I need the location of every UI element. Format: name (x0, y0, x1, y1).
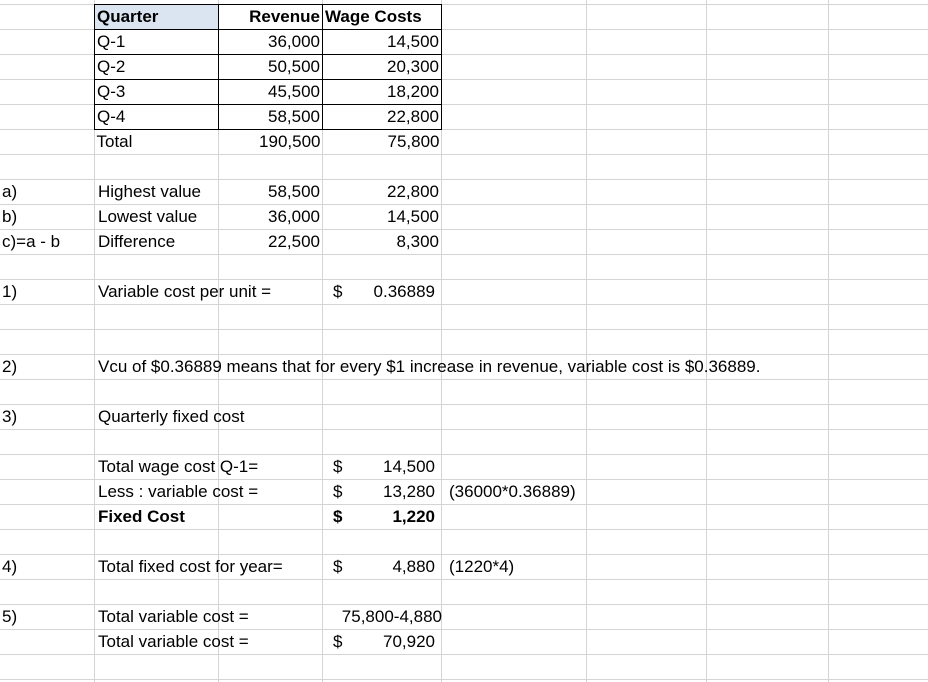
header-wage-costs[interactable]: Wage Costs (322, 4, 442, 30)
header-revenue[interactable]: Revenue (218, 4, 323, 30)
ref-1[interactable]: 1) (2, 279, 17, 304)
cell-wage[interactable]: 18,200 (322, 79, 442, 105)
table-row: Q-2 50,500 20,300 (94, 54, 442, 80)
ref-3[interactable]: 3) (2, 404, 17, 429)
total-variable-cost-label[interactable]: Total variable cost = (98, 629, 249, 654)
total-wage-cost-label[interactable]: Total wage cost Q-1= (98, 454, 258, 479)
less-variable-cost-value[interactable]: 13,280 (340, 479, 435, 504)
cell-wage[interactable]: 22,800 (322, 104, 442, 130)
total-wage-cost-value[interactable]: 14,500 (340, 454, 435, 479)
lowest-wage[interactable]: 14,500 (322, 204, 439, 229)
less-variable-cost-label[interactable]: Less : variable cost = (98, 479, 258, 504)
table-total-row: Total 190,500 75,800 (95, 130, 442, 155)
total-fixed-cost-year-value[interactable]: 4,880 (340, 554, 435, 579)
cell-revenue[interactable]: 36,000 (218, 29, 323, 55)
fixed-cost-value[interactable]: 1,220 (340, 504, 435, 529)
fixed-cost-formula-note[interactable]: (1220*4) (449, 554, 514, 579)
ref-c[interactable]: c)=a - b (2, 229, 60, 254)
total-variable-cost-label[interactable]: Total variable cost = (98, 604, 249, 629)
difference-wage[interactable]: 8,300 (322, 229, 439, 254)
cell-wage[interactable]: 14,500 (322, 29, 442, 55)
lowest-value-label[interactable]: Lowest value (98, 204, 197, 229)
cell-revenue[interactable]: 50,500 (218, 54, 323, 80)
quarterly-table: Quarter Revenue Wage Costs Q-1 36,000 14… (94, 4, 442, 154)
highest-wage[interactable]: 22,800 (322, 179, 439, 204)
ref-b[interactable]: b) (2, 204, 17, 229)
table-row: Q-1 36,000 14,500 (94, 29, 442, 55)
table-header-row: Quarter Revenue Wage Costs (94, 4, 442, 30)
vcu-explanation[interactable]: Vcu of $0.36889 means that for every $1 … (98, 354, 760, 379)
header-quarter[interactable]: Quarter (94, 4, 219, 30)
total-variable-cost-value[interactable]: 70,920 (340, 629, 435, 654)
highest-value-label[interactable]: Highest value (98, 179, 201, 204)
total-wage[interactable]: 75,800 (323, 130, 442, 155)
variable-cost-formula-note[interactable]: (36000*0.36889) (449, 479, 576, 504)
cell-quarter[interactable]: Q-3 (94, 79, 219, 105)
table-row: Q-3 45,500 18,200 (94, 79, 442, 105)
quarterly-fixed-cost-title[interactable]: Quarterly fixed cost (98, 404, 244, 429)
difference-label[interactable]: Difference (98, 229, 175, 254)
variable-cost-label[interactable]: Variable cost per unit = (98, 279, 271, 304)
total-revenue[interactable]: 190,500 (219, 130, 323, 155)
cell-wage[interactable]: 20,300 (322, 54, 442, 80)
fixed-cost-label[interactable]: Fixed Cost (98, 504, 185, 529)
cell-quarter[interactable]: Q-4 (94, 104, 219, 130)
cell-quarter[interactable]: Q-1 (94, 29, 219, 55)
total-variable-cost-formula[interactable]: 75,800-4,880 (322, 604, 442, 629)
table-row: Q-4 58,500 22,800 (94, 104, 442, 130)
total-label[interactable]: Total (95, 130, 219, 155)
difference-revenue[interactable]: 22,500 (218, 229, 320, 254)
ref-4[interactable]: 4) (2, 554, 17, 579)
lowest-revenue[interactable]: 36,000 (218, 204, 320, 229)
cell-revenue[interactable]: 45,500 (218, 79, 323, 105)
ref-a[interactable]: a) (2, 179, 17, 204)
ref-2[interactable]: 2) (2, 354, 17, 379)
cell-quarter[interactable]: Q-2 (94, 54, 219, 80)
cell-revenue[interactable]: 58,500 (218, 104, 323, 130)
total-fixed-cost-year-label[interactable]: Total fixed cost for year= (98, 554, 283, 579)
variable-cost-value[interactable]: 0.36889 (340, 279, 435, 304)
highest-revenue[interactable]: 58,500 (218, 179, 320, 204)
ref-5[interactable]: 5) (2, 604, 17, 629)
